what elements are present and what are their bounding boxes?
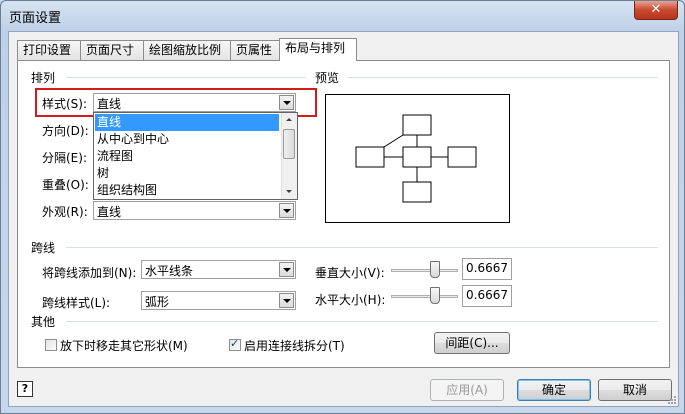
jump-style-label: 跨线样式(L): xyxy=(42,296,111,310)
tab-layout-routing[interactable]: 布局与排列 xyxy=(279,38,357,61)
horizontal-size-label: 水平大小(H): xyxy=(315,293,386,307)
arrange-divider xyxy=(66,77,306,78)
appearance-label: 外观(R): xyxy=(42,205,88,219)
dropdown-option-straight[interactable]: 直线 xyxy=(95,114,279,131)
dropdown-scrollbar[interactable] xyxy=(281,113,297,199)
tab-page-size[interactable]: 页面尺寸 xyxy=(80,40,144,60)
jump-style-value: 弧形 xyxy=(145,295,170,309)
enable-split-label: 启用连接线拆分(T) xyxy=(244,339,345,353)
enable-split-checkbox[interactable] xyxy=(229,337,241,351)
ok-button[interactable]: 确定 xyxy=(517,379,591,401)
tab-panel: 排列 样式(S): 直线 方向(D): 分隔(E): 重叠(O): 外观(R):… xyxy=(17,60,670,368)
dropdown-option-flowchart[interactable]: 流程图 xyxy=(95,148,279,165)
appearance-combobox[interactable]: 直线 xyxy=(93,201,296,220)
apply-button[interactable]: 应用(A) xyxy=(430,379,504,401)
vertical-size-input[interactable]: 0.6667 xyxy=(462,258,512,280)
preview-shape-top xyxy=(402,114,432,136)
horizontal-size-slider-thumb[interactable] xyxy=(430,287,440,304)
tab-page-properties[interactable]: 页属性 xyxy=(230,40,282,60)
preview-shape-bottom xyxy=(402,181,432,203)
preview-shape-left xyxy=(355,146,385,168)
other-divider xyxy=(66,321,658,322)
separation-label: 分隔(E): xyxy=(42,151,87,165)
jump-add-to-label: 将跨线添加到(N): xyxy=(42,266,137,280)
preview-shape-center xyxy=(402,146,432,168)
dropdown-option-org-chart[interactable]: 组织结构图 xyxy=(95,182,279,199)
scroll-down-icon[interactable] xyxy=(282,185,297,199)
help-icon[interactable]: ? xyxy=(17,381,33,397)
move-others-label: 放下时移走其它形状(M) xyxy=(60,339,188,353)
chevron-down-icon[interactable] xyxy=(279,262,294,277)
resize-grip-icon[interactable] xyxy=(667,395,677,405)
preview-section-label: 预览 xyxy=(315,71,340,85)
appearance-value: 直线 xyxy=(97,205,122,219)
scroll-up-icon[interactable] xyxy=(282,113,297,127)
vertical-size-slider-thumb[interactable] xyxy=(430,261,440,278)
overlap-label: 重叠(O): xyxy=(42,178,89,192)
direction-label: 方向(D): xyxy=(42,124,89,138)
horizontal-size-slider[interactable] xyxy=(391,286,458,306)
arrange-section-label: 排列 xyxy=(31,71,56,85)
jumps-section-label: 跨线 xyxy=(31,241,56,255)
move-others-checkbox[interactable] xyxy=(45,339,57,351)
dropdown-option-center-to-center[interactable]: 从中心到中心 xyxy=(95,131,279,148)
preview-connector xyxy=(383,134,404,148)
jump-add-to-value: 水平线条 xyxy=(145,264,194,278)
jump-style-combobox[interactable]: 弧形 xyxy=(141,291,296,310)
spacing-button[interactable]: 间距(C)... xyxy=(434,332,510,354)
horizontal-size-input[interactable]: 0.6667 xyxy=(462,285,512,307)
preview-box xyxy=(325,94,510,223)
jump-add-to-combobox[interactable]: 水平线条 xyxy=(141,260,296,279)
dialog-client: 打印设置 页面尺寸 绘图缩放比例 页属性 布局与排列 排列 样式(S): 直线 … xyxy=(8,31,679,407)
dropdown-option-tree[interactable]: 树 xyxy=(95,165,279,182)
chevron-down-icon[interactable] xyxy=(279,293,294,308)
other-section-label: 其他 xyxy=(31,315,56,329)
tab-print-settings[interactable]: 打印设置 xyxy=(17,40,81,60)
dialog-window: 页面设置 ✕ 打印设置 页面尺寸 绘图缩放比例 页属性 布局与排列 排列 样式(… xyxy=(0,0,685,414)
scroll-thumb[interactable] xyxy=(283,129,295,159)
cancel-button[interactable]: 取消 xyxy=(598,379,672,401)
vertical-size-slider[interactable] xyxy=(391,260,458,280)
vertical-size-label: 垂直大小(V): xyxy=(315,266,385,280)
preview-divider xyxy=(348,77,658,78)
tab-drawing-scale[interactable]: 绘图缩放比例 xyxy=(143,40,231,60)
layout-preview-diagram xyxy=(355,114,477,203)
jumps-divider xyxy=(66,247,658,248)
chevron-down-icon[interactable] xyxy=(279,203,294,218)
close-button[interactable]: ✕ xyxy=(634,1,678,20)
preview-shape-right xyxy=(447,146,477,168)
dialog-title: 页面设置 xyxy=(9,11,62,26)
style-dropdown-list: 直线 从中心到中心 流程图 树 组织结构图 xyxy=(93,112,298,200)
